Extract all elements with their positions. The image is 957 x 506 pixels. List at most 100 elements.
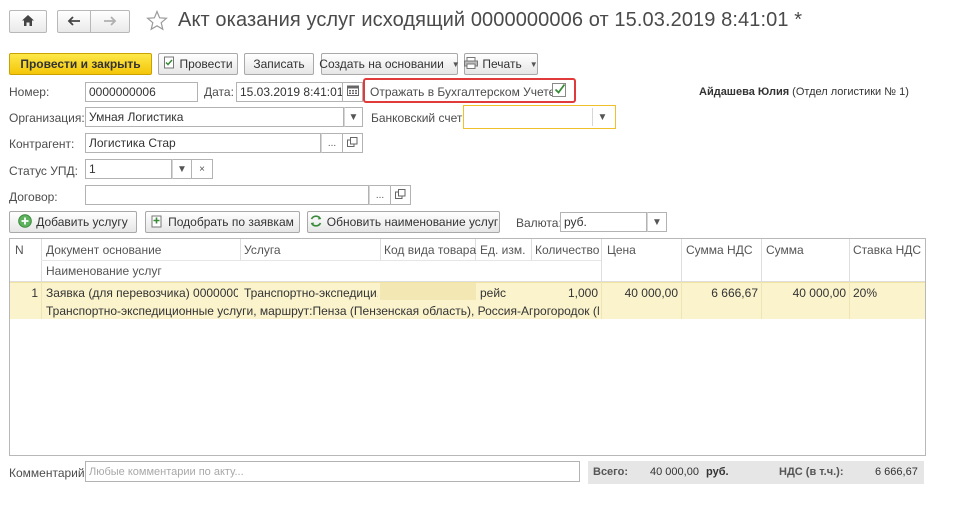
comment-field[interactable]: Любые комментарии по акту... xyxy=(85,461,580,482)
contract-field[interactable] xyxy=(85,185,369,205)
arrow-right-icon xyxy=(103,15,117,29)
total-currency: руб. xyxy=(706,466,729,478)
calendar-icon xyxy=(346,85,359,99)
column-header-unit[interactable]: Ед. изм. xyxy=(480,243,525,257)
organization-field[interactable]: Умная Логистика xyxy=(85,107,344,127)
row-unit[interactable]: рейс xyxy=(480,286,530,300)
column-header-base-document[interactable]: Документ основание xyxy=(46,243,161,257)
comment-placeholder: Любые комментарии по акту... xyxy=(89,465,244,478)
bank-account-label: Банковский счет: xyxy=(371,111,466,125)
column-header-vat-rate[interactable]: Ставка НДС xyxy=(853,243,921,257)
contract-open-button[interactable] xyxy=(391,185,411,205)
dropdown-caret-icon: ▼ xyxy=(597,111,608,123)
number-label: Номер: xyxy=(9,85,50,99)
column-header-quantity[interactable]: Количество xyxy=(535,243,599,257)
row-vat-sum[interactable]: 6 666,67 xyxy=(681,286,758,300)
number-field[interactable]: 0000000006 xyxy=(85,82,198,102)
update-service-names-button[interactable]: Обновить наименование услуг xyxy=(307,211,500,233)
open-window-icon xyxy=(395,188,406,202)
dropdown-caret-icon: ▼ xyxy=(348,111,359,123)
refresh-icon xyxy=(309,214,323,231)
date-label: Дата: xyxy=(204,85,234,99)
arrow-left-icon xyxy=(67,15,81,29)
reflect-in-accounting-label: Отражать в Бухгалтерском Учете: xyxy=(370,85,559,99)
column-header-service[interactable]: Услуга xyxy=(244,243,281,257)
add-service-label: Добавить услугу xyxy=(36,215,128,229)
total-value: 40 000,00 xyxy=(650,466,699,478)
contractor-open-button[interactable] xyxy=(343,133,363,153)
add-service-button[interactable]: Добавить услугу xyxy=(9,211,137,233)
column-header-n[interactable]: N xyxy=(15,243,24,257)
print-button[interactable]: Печать ▼ xyxy=(464,53,538,75)
row-price[interactable]: 40 000,00 xyxy=(601,286,678,300)
row-vat-rate[interactable]: 20% xyxy=(853,286,923,300)
row-number: 1 xyxy=(31,286,38,300)
organization-label: Организация: xyxy=(9,111,85,125)
post-label: Провести xyxy=(179,57,233,71)
dropdown-caret-icon: ▼ xyxy=(451,59,460,69)
column-header-service-name[interactable]: Наименование услуг xyxy=(46,264,162,278)
print-label: Печать xyxy=(482,57,522,71)
create-based-on-label: Создать на основании xyxy=(319,57,444,71)
home-button[interactable] xyxy=(9,10,47,33)
user-name: Айдашева Юлия xyxy=(699,86,790,98)
organization-dropdown-button[interactable]: ▼ xyxy=(344,107,363,127)
dropdown-caret-icon: ▼ xyxy=(529,59,538,69)
row-service-name[interactable]: Транспортно-экспедиционные услуги, маршр… xyxy=(46,304,599,318)
vat-label: НДС (в т.ч.): xyxy=(779,466,844,478)
currency-label: Валюта: xyxy=(516,216,562,230)
upd-status-field[interactable]: 1 xyxy=(85,159,172,179)
post-and-close-label: Провести и закрыть xyxy=(20,57,141,71)
pick-by-requests-button[interactable]: Подобрать по заявкам xyxy=(145,211,300,233)
dropdown-caret-icon: ▼ xyxy=(177,163,187,175)
row-sum[interactable]: 40 000,00 xyxy=(761,286,846,300)
column-header-goods-code[interactable]: Код вида товара xyxy=(384,243,476,257)
save-button[interactable]: Записать xyxy=(244,53,314,75)
table-row[interactable]: 1 Заявка (для перевозчика) 0000000... Тр… xyxy=(10,282,925,319)
save-label: Записать xyxy=(253,57,305,71)
bank-account-dropdown-button[interactable]: ▼ xyxy=(592,108,612,126)
pick-by-requests-label: Подобрать по заявкам xyxy=(168,215,294,229)
row-quantity[interactable]: 1,000 xyxy=(531,286,598,300)
favorite-star-icon[interactable] xyxy=(146,9,168,34)
vat-value: 6 666,67 xyxy=(875,466,918,478)
ellipsis-icon: ... xyxy=(375,189,385,201)
dropdown-caret-icon: ▼ xyxy=(652,216,662,228)
column-header-vat-sum[interactable]: Сумма НДС xyxy=(686,243,753,257)
upd-status-dropdown-button[interactable]: ▼ xyxy=(172,159,192,179)
row-base-document[interactable]: Заявка (для перевозчика) 0000000... xyxy=(46,286,238,300)
row-service[interactable]: Транспортно-экспедици... xyxy=(244,286,378,300)
clear-x-icon: × xyxy=(199,163,205,175)
user-department: (Отдел логистики № 1) xyxy=(789,86,909,98)
contract-label: Договор: xyxy=(9,190,58,204)
forward-button[interactable] xyxy=(90,10,130,33)
post-doc-icon xyxy=(163,56,175,72)
column-header-price[interactable]: Цена xyxy=(607,243,636,257)
column-header-sum[interactable]: Сумма xyxy=(766,243,804,257)
page-title: Акт оказания услуг исходящий 0000000006 … xyxy=(178,9,803,31)
totals-panel: Всего: 40 000,00 руб. НДС (в т.ч.): 6 66… xyxy=(588,461,924,484)
home-icon xyxy=(21,14,35,30)
open-window-icon xyxy=(347,136,358,150)
create-based-on-button[interactable]: Создать на основании ▼ xyxy=(319,53,460,75)
contractor-field[interactable]: Логистика Стар xyxy=(85,133,321,153)
currency-field[interactable]: руб. xyxy=(560,212,647,232)
back-button[interactable] xyxy=(57,10,91,33)
pick-doc-icon xyxy=(151,214,164,231)
date-field[interactable]: 15.03.2019 8:41:01 xyxy=(236,82,343,102)
comment-label: Комментарий: xyxy=(9,466,88,480)
responsible-user: Айдашева Юлия (Отдел логистики № 1) xyxy=(699,86,909,98)
contractor-select-button[interactable]: ... xyxy=(321,133,343,153)
upd-status-label: Статус УПД: xyxy=(9,164,78,178)
contractor-label: Контрагент: xyxy=(9,137,75,151)
upd-status-clear-button[interactable]: × xyxy=(192,159,213,179)
calendar-button[interactable] xyxy=(343,82,363,102)
currency-dropdown-button[interactable]: ▼ xyxy=(647,212,667,232)
reflect-in-accounting-checkbox[interactable] xyxy=(552,83,566,97)
contract-select-button[interactable]: ... xyxy=(369,185,391,205)
update-service-names-label: Обновить наименование услуг xyxy=(326,215,499,229)
post-and-close-button[interactable]: Провести и закрыть xyxy=(9,53,152,75)
services-table[interactable]: N Документ основание Услуга Код вида тов… xyxy=(9,238,926,456)
ellipsis-icon: ... xyxy=(327,137,337,149)
post-button[interactable]: Провести xyxy=(158,53,238,75)
